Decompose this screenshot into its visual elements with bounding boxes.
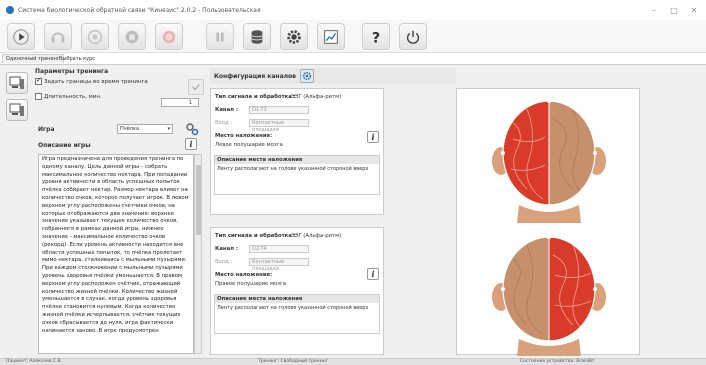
channel-select[interactable]: O1-T3 xyxy=(249,106,309,114)
duration-label: Длительность, мин. xyxy=(44,93,102,100)
headset-button[interactable] xyxy=(44,23,72,50)
game-settings-icon[interactable] xyxy=(185,122,199,136)
settings-button[interactable] xyxy=(280,23,308,50)
close-button[interactable]: ✕ xyxy=(688,6,700,15)
placement-description-box: Описание места наложения Ленту располага… xyxy=(214,294,380,334)
tab-choose-course[interactable]: Выбрать курс xyxy=(56,55,98,63)
channel-config-button[interactable] xyxy=(299,69,314,83)
maximize-button[interactable]: □ xyxy=(668,6,680,15)
status-training: Тренинг: Свободный тренинг xyxy=(258,359,328,364)
help-button[interactable]: ? xyxy=(362,23,390,50)
placement-description-label: Описание места наложения xyxy=(215,295,379,303)
toolbar: ? xyxy=(0,20,706,53)
duration-checkbox[interactable] xyxy=(35,93,42,100)
gear-icon xyxy=(302,71,312,81)
svg-text:?: ? xyxy=(372,30,380,46)
tab-bar: Одиночный тренинг Выбрать курс xyxy=(0,53,706,65)
status-device: Состояние устройства: BrainBit xyxy=(520,359,595,364)
chart-button[interactable] xyxy=(317,23,345,50)
input-select[interactable]: Контактные площадки xyxy=(249,119,309,133)
electrode-placement-view xyxy=(456,88,640,356)
stop-button[interactable] xyxy=(118,23,146,50)
record-icon xyxy=(162,30,176,43)
channel-panel-1: Тип сигнала и обработка : ЭЭГ (Альфа-рит… xyxy=(210,88,384,215)
help-icon: ? xyxy=(372,30,380,46)
placement-description-box: Описание места наложения Ленту располага… xyxy=(214,155,380,195)
course-mode-button[interactable] xyxy=(6,99,28,121)
game-description: Игра предназначена для проведения тренин… xyxy=(38,154,194,354)
power-icon xyxy=(406,30,420,44)
channel-panel-2: Тип сигнала и обработка : ЭЭГ (Альфа-рит… xyxy=(210,227,384,355)
stop-icon xyxy=(125,30,139,43)
channel-label: Канал : xyxy=(215,246,238,252)
chart-icon xyxy=(324,29,338,44)
set-bounds-row: Задать границы во время тренинга xyxy=(35,76,205,85)
channel-config-title: Конфигурация каналов xyxy=(214,72,296,80)
chevron-down-icon: ▾ xyxy=(167,126,170,132)
head-top-view-right xyxy=(492,235,606,356)
game-label: Игра xyxy=(38,126,55,133)
channel-label: Канал : xyxy=(215,107,238,113)
params-title: Параметры тренинга xyxy=(35,68,109,75)
status-patient: Пациент: Алексеев С.В. xyxy=(6,359,63,364)
head-top-view-left xyxy=(492,99,606,223)
signal-type-label: Тип сигнала и обработка : xyxy=(215,94,296,100)
set-bounds-label: Задать границы во время тренинга xyxy=(44,78,148,85)
headset-icon xyxy=(51,32,65,42)
monitor-icon xyxy=(9,103,24,116)
tab-single-training[interactable]: Одиночный тренинг xyxy=(2,54,64,63)
signal-type-value: ЭЭГ (Альфа-ритм) xyxy=(291,233,342,239)
duration-input[interactable]: 1 xyxy=(161,98,199,107)
pause-icon xyxy=(216,32,224,41)
target-icon xyxy=(87,29,103,44)
set-bounds-checkbox[interactable] xyxy=(35,76,42,85)
status-bar: Пациент: Алексеев С.В. Тренинг: Свободны… xyxy=(0,358,706,365)
pause-button[interactable] xyxy=(206,23,234,50)
placement-description-text: Ленту располагают на голове указанной ст… xyxy=(217,305,369,311)
placement-value: Левое полушарие мозга xyxy=(215,142,283,148)
target-button[interactable] xyxy=(81,23,109,50)
signal-type-value: ЭЭГ (Альфа-ритм) xyxy=(291,94,342,100)
info-icon[interactable]: i xyxy=(185,138,197,150)
channel-config-header: Конфигурация каналов xyxy=(210,68,456,84)
window-title: Система биологической обратной связи "Ки… xyxy=(18,6,261,14)
record-button[interactable] xyxy=(155,23,183,50)
database-button[interactable] xyxy=(243,23,271,50)
app-icon xyxy=(6,6,14,14)
game-section: Игра Пчёлка ▾ Описание игры i Игра предн… xyxy=(35,118,205,356)
game-select[interactable]: Пчёлка ▾ xyxy=(117,124,173,134)
play-icon xyxy=(13,28,29,45)
play-button[interactable] xyxy=(7,23,35,50)
info-icon[interactable]: i xyxy=(367,131,379,143)
head-diagram xyxy=(492,99,606,356)
game-selected-value: Пчёлка xyxy=(120,126,140,132)
description-scrollbar[interactable] xyxy=(194,154,202,354)
training-mode-button[interactable] xyxy=(6,72,28,94)
description-label: Описание игры xyxy=(38,142,91,149)
title-bar: Система биологической обратной связи "Ки… xyxy=(0,0,706,20)
info-icon[interactable]: i xyxy=(367,268,379,280)
placement-description-label: Описание места наложения xyxy=(215,156,379,164)
power-button[interactable] xyxy=(399,23,427,50)
input-label: Вход : xyxy=(215,120,233,126)
side-toolbar xyxy=(6,72,32,126)
input-select[interactable]: Контактные площадки xyxy=(249,258,309,272)
channel-select[interactable]: O2-T4 xyxy=(249,245,309,253)
scrollbar-thumb[interactable] xyxy=(196,165,201,235)
placement-label: Место наложения: xyxy=(215,272,273,278)
placement-value: Правое полушарие мозга xyxy=(215,281,287,287)
input-label: Вход : xyxy=(215,259,233,265)
database-icon xyxy=(251,29,263,44)
check-icon xyxy=(192,84,200,91)
signal-type-label: Тип сигнала и обработка : xyxy=(215,233,296,239)
placement-label: Место наложения: xyxy=(215,133,273,139)
training-params: Параметры тренинга Задать границы во вре… xyxy=(35,68,205,116)
minimize-button[interactable]: – xyxy=(648,6,660,15)
placement-description-text: Ленту располагают на голове указанной ст… xyxy=(217,166,369,172)
gear-icon xyxy=(287,29,301,44)
params-apply-button[interactable] xyxy=(188,79,204,95)
monitor-icon xyxy=(9,76,24,89)
